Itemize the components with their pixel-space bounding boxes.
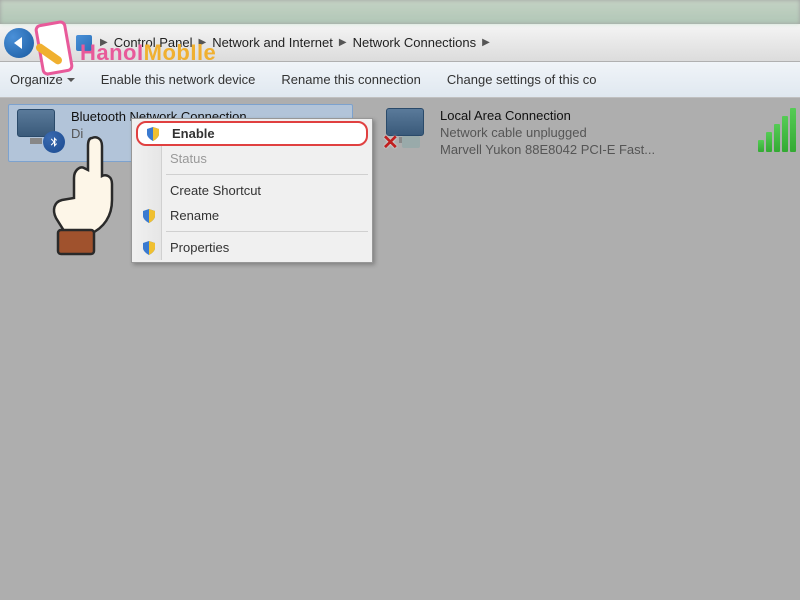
forward-button bbox=[40, 30, 66, 56]
chevron-down-icon bbox=[67, 78, 75, 82]
breadcrumb: ▶ Control Panel ▶ Network and Internet ▶… bbox=[76, 35, 492, 51]
menu-enable-label: Enable bbox=[172, 126, 215, 141]
content-area: Bluetooth Network Connection Di ✕ Local … bbox=[0, 98, 800, 600]
connection-status: Network cable unplugged bbox=[440, 125, 655, 142]
menu-create-shortcut[interactable]: Create Shortcut bbox=[134, 178, 370, 203]
uac-shield-icon bbox=[145, 126, 161, 142]
enable-device-button[interactable]: Enable this network device bbox=[101, 72, 256, 87]
menu-separator bbox=[166, 231, 368, 232]
command-toolbar: Organize Enable this network device Rena… bbox=[0, 62, 800, 98]
menu-status-label: Status bbox=[170, 151, 207, 166]
connection-name: Local Area Connection bbox=[440, 108, 655, 125]
connection-device: Marvell Yukon 88E8042 PCI-E Fast... bbox=[440, 142, 655, 159]
breadcrumb-network-connections[interactable]: Network Connections bbox=[353, 35, 477, 50]
chevron-right-icon[interactable]: ▶ bbox=[100, 37, 108, 48]
chevron-right-icon[interactable]: ▶ bbox=[198, 37, 206, 48]
ethernet-plug-icon bbox=[402, 136, 420, 148]
error-x-icon: ✕ bbox=[382, 130, 402, 150]
menu-enable[interactable]: Enable bbox=[136, 121, 368, 146]
rename-connection-label: Rename this connection bbox=[281, 72, 420, 87]
uac-shield-icon bbox=[141, 208, 157, 224]
rename-connection-button[interactable]: Rename this connection bbox=[281, 72, 420, 87]
menu-rename[interactable]: Rename bbox=[134, 203, 370, 228]
chevron-right-icon[interactable]: ▶ bbox=[482, 37, 490, 48]
bluetooth-icon bbox=[43, 131, 65, 153]
signal-strength-icon bbox=[758, 104, 800, 152]
connection-item-lan[interactable]: ✕ Local Area Connection Network cable un… bbox=[378, 104, 798, 163]
breadcrumb-control-panel[interactable]: Control Panel bbox=[114, 35, 193, 50]
menu-properties-label: Properties bbox=[170, 240, 229, 255]
menu-rename-label: Rename bbox=[170, 208, 219, 223]
context-menu: Enable Status Create Shortcut Rename Pro… bbox=[131, 118, 373, 263]
organize-label: Organize bbox=[10, 72, 63, 87]
navigation-bar: ▶ Control Panel ▶ Network and Internet ▶… bbox=[0, 24, 800, 62]
back-button[interactable] bbox=[4, 28, 34, 58]
menu-properties[interactable]: Properties bbox=[134, 235, 370, 260]
enable-device-label: Enable this network device bbox=[101, 72, 256, 87]
change-settings-button[interactable]: Change settings of this co bbox=[447, 72, 597, 87]
change-settings-label: Change settings of this co bbox=[447, 72, 597, 87]
bluetooth-connection-icon bbox=[13, 109, 65, 157]
location-icon bbox=[76, 35, 92, 51]
window-titlebar bbox=[0, 0, 800, 24]
breadcrumb-network-internet[interactable]: Network and Internet bbox=[212, 35, 333, 50]
chevron-right-icon[interactable]: ▶ bbox=[339, 37, 347, 48]
connection-details: Local Area Connection Network cable unpl… bbox=[440, 108, 655, 159]
menu-separator bbox=[166, 174, 368, 175]
uac-shield-icon bbox=[141, 240, 157, 256]
menu-create-shortcut-label: Create Shortcut bbox=[170, 183, 261, 198]
lan-connection-icon: ✕ bbox=[382, 108, 434, 156]
organize-menu[interactable]: Organize bbox=[10, 72, 75, 87]
menu-status: Status bbox=[134, 146, 370, 171]
